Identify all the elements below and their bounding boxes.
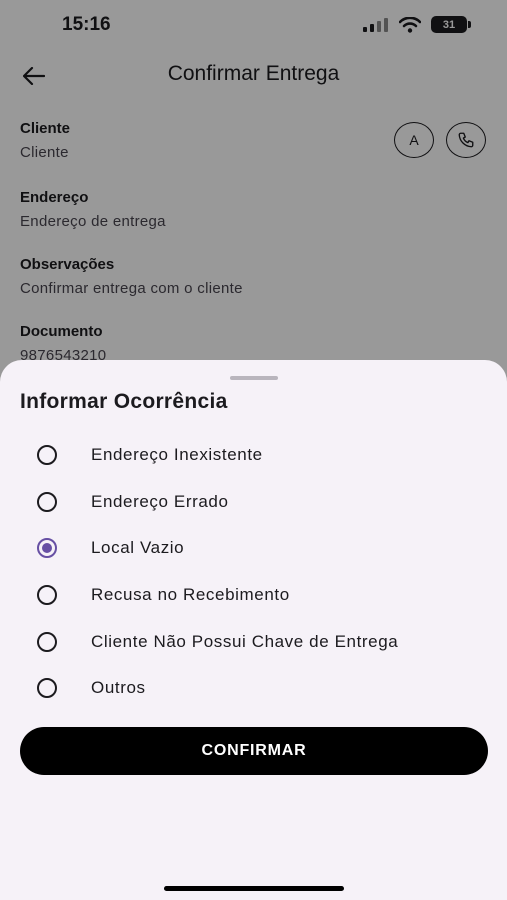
option-label: Outros xyxy=(91,678,146,698)
option-recusa-no-recebimento[interactable]: Recusa no Recebimento xyxy=(0,572,507,619)
option-label: Local Vazio xyxy=(91,538,185,558)
radio-button[interactable] xyxy=(37,491,57,512)
radio-button[interactable] xyxy=(37,445,57,466)
home-indicator[interactable] xyxy=(164,886,344,891)
option-local-vazio[interactable]: Local Vazio xyxy=(0,525,507,572)
option-outros[interactable]: Outros xyxy=(0,665,507,712)
radio-button[interactable] xyxy=(37,678,57,699)
occurrence-options: Endereço Inexistente Endereço Errado Loc… xyxy=(0,432,507,712)
option-label: Recusa no Recebimento xyxy=(91,585,290,605)
option-endereco-inexistente[interactable]: Endereço Inexistente xyxy=(0,432,507,479)
option-endereco-errado[interactable]: Endereço Errado xyxy=(0,479,507,526)
option-cliente-sem-chave[interactable]: Cliente Não Possui Chave de Entrega xyxy=(0,618,507,665)
confirm-button[interactable]: CONFIRMAR xyxy=(20,727,488,775)
radio-button[interactable] xyxy=(37,631,57,652)
sheet-title: Informar Ocorrência xyxy=(20,390,228,413)
radio-button-selected[interactable] xyxy=(37,538,57,559)
confirm-button-label: CONFIRMAR xyxy=(201,742,307,759)
radio-button[interactable] xyxy=(37,585,57,606)
occurrence-bottom-sheet: Informar Ocorrência Endereço Inexistente… xyxy=(0,360,507,900)
drag-handle[interactable] xyxy=(230,376,278,380)
option-label: Endereço Inexistente xyxy=(91,445,263,465)
option-label: Cliente Não Possui Chave de Entrega xyxy=(91,631,399,651)
option-label: Endereço Errado xyxy=(91,491,229,511)
